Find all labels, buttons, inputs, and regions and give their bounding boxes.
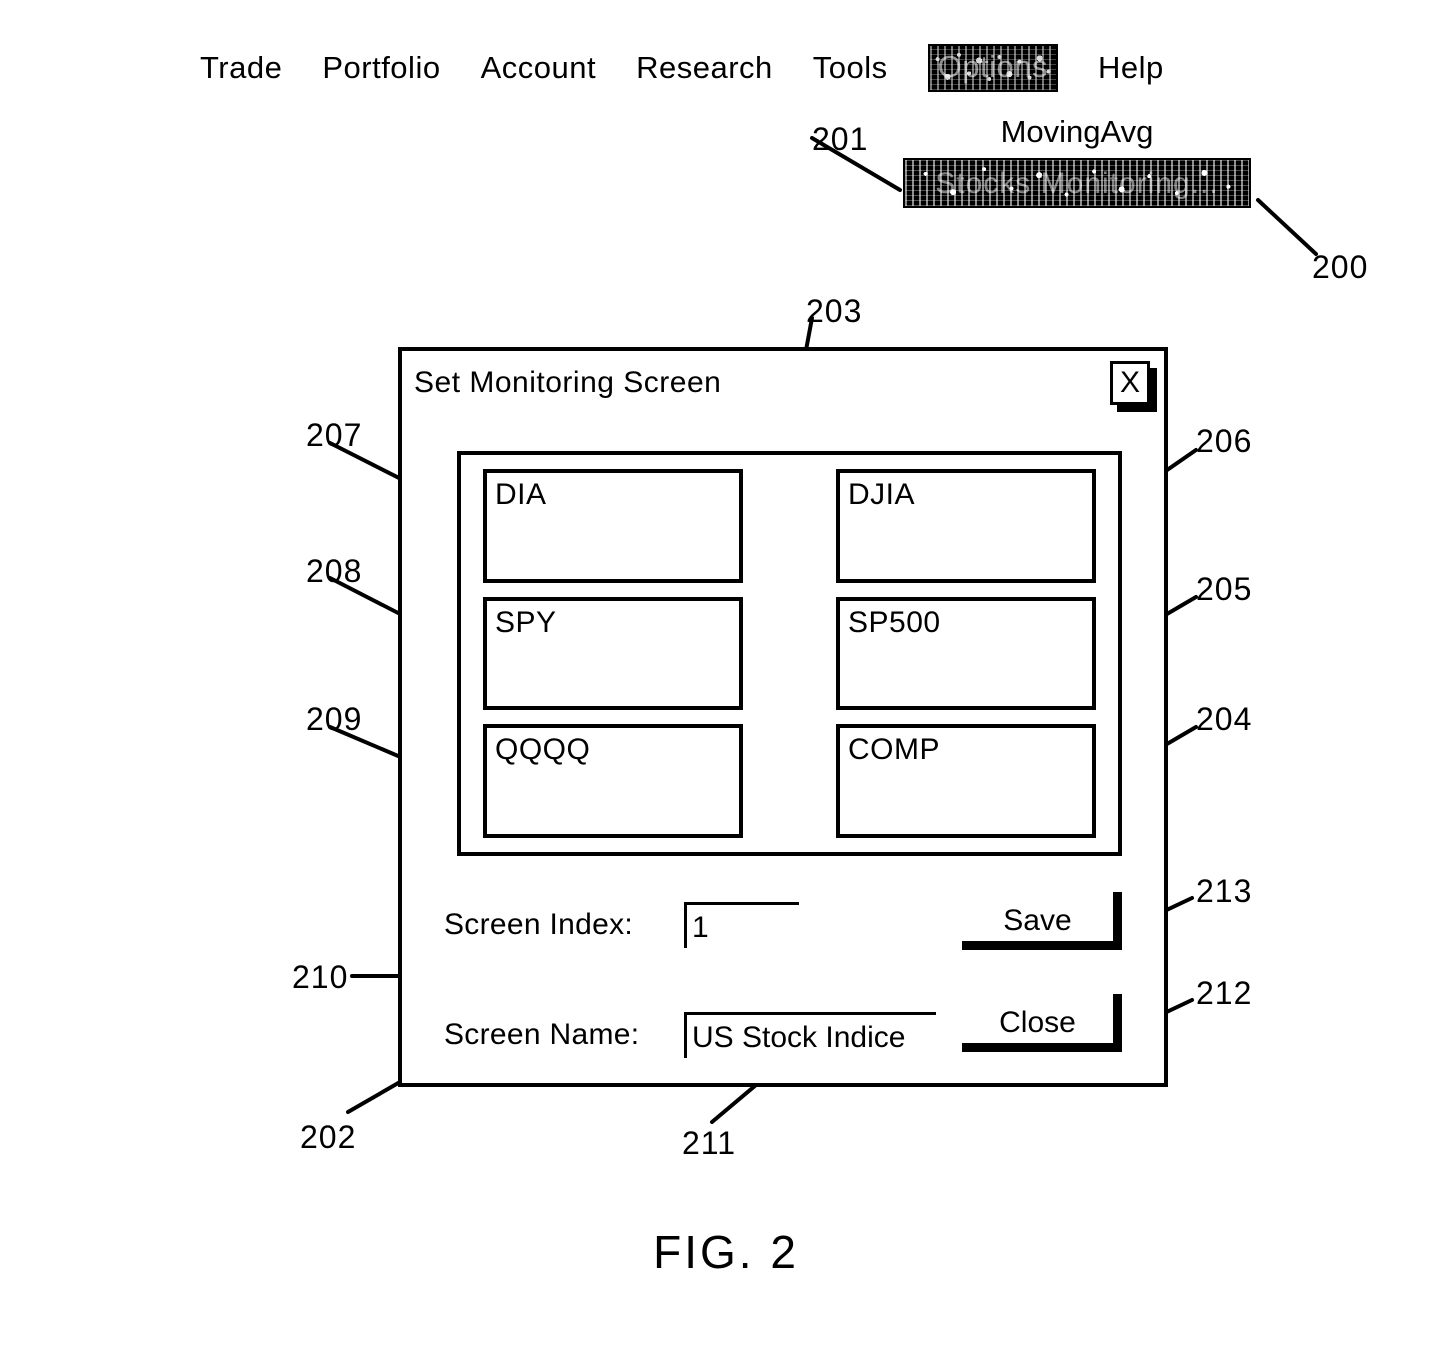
dialog-title: Set Monitoring Screen <box>414 366 722 399</box>
menu-item-trade[interactable]: Trade <box>200 49 282 87</box>
menu-item-help[interactable]: Help <box>1098 49 1164 87</box>
menu-item-account[interactable]: Account <box>481 49 597 87</box>
screen-index-label: Screen Index: <box>444 908 634 941</box>
set-monitoring-screen-dialog: Set Monitoring Screen X DIA DJIA SPY SP5… <box>398 347 1168 1087</box>
options-dropdown-menu: MovingAvg Stocks Monitoring... <box>903 112 1251 208</box>
reference-numeral-210: 210 <box>292 959 349 995</box>
figure-caption: FIG. 2 <box>653 1226 799 1278</box>
save-button[interactable]: Save <box>962 892 1122 950</box>
reference-numeral-212: 212 <box>1196 975 1253 1011</box>
menu-item-research[interactable]: Research <box>636 49 773 87</box>
dropdown-item-stocks-monitoring-label: Stocks Monitoring... <box>935 167 1219 200</box>
index-input-1[interactable]: DJIA <box>836 469 1096 583</box>
symbol-grid: DIA DJIA SPY SP500 QQQQ COMP <box>483 469 1096 838</box>
menu-item-tools[interactable]: Tools <box>813 49 888 87</box>
reference-numeral-211: 211 <box>682 1125 737 1161</box>
reference-numeral-207: 207 <box>306 417 363 453</box>
screen-index-input[interactable]: 1 <box>684 902 799 948</box>
menu-item-options-selected[interactable]: Options <box>927 44 1058 92</box>
ticker-input-3[interactable]: QQQQ <box>483 724 743 838</box>
ticker-input-1[interactable]: DIA <box>483 469 743 583</box>
reference-numeral-200: 200 <box>1312 249 1369 285</box>
screen-name-label: Screen Name: <box>444 1018 640 1051</box>
close-window-icon[interactable]: X <box>1110 361 1150 405</box>
reference-numeral-204: 204 <box>1196 701 1253 737</box>
reference-numeral-213: 213 <box>1196 873 1253 909</box>
reference-numeral-206: 206 <box>1196 423 1253 459</box>
reference-numeral-205: 205 <box>1196 571 1253 607</box>
reference-numeral-209: 209 <box>306 701 363 737</box>
menu-item-portfolio[interactable]: Portfolio <box>322 49 440 87</box>
reference-numeral-201: 201 <box>812 121 869 157</box>
patent-figure-page: Trade Portfolio Account Research Tools O… <box>0 0 1452 1369</box>
reference-numeral-202: 202 <box>300 1119 357 1155</box>
dropdown-item-stocks-monitoring[interactable]: Stocks Monitoring... <box>903 158 1251 208</box>
index-input-2[interactable]: SP500 <box>836 596 1096 711</box>
screen-name-input[interactable]: US Stock Indice <box>684 1012 936 1058</box>
index-input-3[interactable]: COMP <box>836 724 1096 838</box>
application-menu-bar: Trade Portfolio Account Research Tools O… <box>200 44 1164 92</box>
reference-numeral-203: 203 <box>806 293 863 329</box>
reference-numeral-208: 208 <box>306 553 363 589</box>
menu-item-options-label: Options <box>937 49 1048 84</box>
dropdown-item-movingavg[interactable]: MovingAvg <box>903 112 1251 152</box>
symbol-grid-panel: DIA DJIA SPY SP500 QQQQ COMP <box>457 451 1122 856</box>
ticker-input-2[interactable]: SPY <box>483 596 743 711</box>
close-button[interactable]: Close <box>962 994 1122 1052</box>
